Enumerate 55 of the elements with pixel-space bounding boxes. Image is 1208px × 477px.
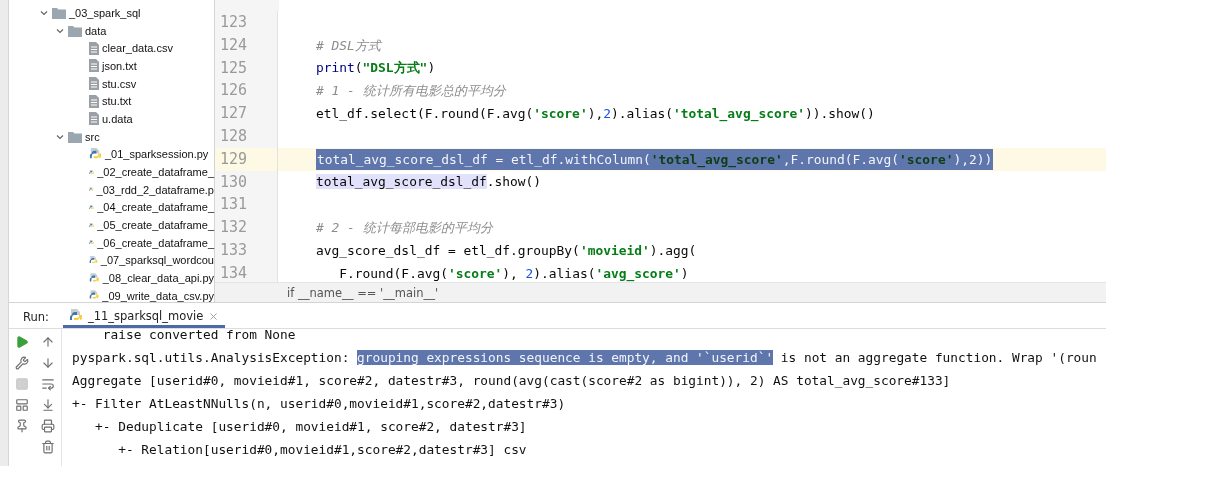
scroll-to-end-icon[interactable]: [41, 398, 55, 412]
wrench-icon[interactable]: [15, 356, 29, 370]
code-line: avg_score_dsl_df = etl_df.groupBy('movieid').agg(: [316, 241, 697, 260]
code-line: etl_df.select(F.round(F.avg('score'),2).alias('total_avg_score')).show(): [316, 105, 875, 124]
tree-item[interactable]: clear_data.csv: [102, 42, 173, 55]
tree-item[interactable]: _05_create_dataframe_: [97, 219, 214, 232]
console-line: +- Filter AtLeastNNulls(n, userid#0,movieid#1,score#2,datestr#3): [72, 394, 567, 413]
tree-item[interactable]: _01_sparksession.py: [105, 148, 209, 161]
folder-icon: [68, 24, 82, 37]
code-line: F.round(F.avg('score'), 2).alias('avg_score'): [338, 264, 689, 282]
breadcrumb[interactable]: if __name__ == '__main__': [287, 285, 439, 300]
code-line: # 1 - 统计所有电影总的平均分: [316, 82, 506, 101]
layout-icon[interactable]: [15, 398, 29, 412]
file-icon: [89, 59, 99, 73]
file-icon: [89, 77, 99, 91]
console-line: pyspark.sql.utils.AnalysisException: grouping expressions sequence is empty, and '`userid`' is not an aggregate function. Wrap '(roun: [72, 348, 1098, 367]
print-icon[interactable]: [41, 419, 55, 433]
pin-icon[interactable]: [15, 419, 29, 433]
file-icon: [89, 94, 99, 108]
close-icon[interactable]: [208, 310, 220, 322]
tree-item[interactable]: data: [85, 24, 107, 37]
tree-item[interactable]: stu.csv: [102, 77, 137, 90]
folder-icon: [68, 130, 82, 143]
code-line: # DSL方式: [316, 36, 381, 55]
tree-item[interactable]: src: [85, 130, 100, 143]
folder-icon: [52, 6, 66, 19]
python-file-icon: [89, 147, 102, 161]
code-line: # 2 - 统计每部电影的平均分: [316, 219, 493, 238]
tree-item[interactable]: _03_spark_sql: [69, 6, 141, 19]
tree-item[interactable]: _06_create_dataframe_: [97, 236, 214, 249]
trash-icon[interactable]: [41, 440, 55, 454]
tree-item[interactable]: _07_sparksql_wordcou: [100, 254, 214, 267]
file-icon: [89, 112, 99, 126]
tree-item[interactable]: u.data: [102, 112, 133, 125]
python-file-icon: [89, 271, 100, 285]
console-line: raise converted from None: [101, 329, 297, 344]
tree-item[interactable]: _09_write_data_csv.py: [102, 289, 214, 302]
console-line: +- Relation[userid#0,movieid#1,score#2,datestr#3] csv: [117, 440, 528, 459]
wrap-icon[interactable]: [41, 377, 55, 391]
play-icon[interactable]: [15, 335, 29, 349]
tree-item[interactable]: stu.txt: [102, 95, 132, 108]
tree-item[interactable]: _03_rdd_2_dataframe.p: [96, 183, 214, 196]
code-line: total_avg_score_dsl_df.show(): [316, 173, 542, 192]
console-line: Aggregate [userid#0, movieid#1, score#2, datestr#3, round(avg(cast(score#2 as bigint)), 2) AS total_avg_score#133]: [72, 371, 952, 390]
line-number: 129: [215, 147, 278, 171]
code-line: print("DSL方式"): [316, 59, 436, 78]
tree-item[interactable]: _04_create_dataframe_: [97, 201, 214, 214]
python-file-icon: [68, 309, 83, 323]
run-tab[interactable]: _11_sparksql_movie: [62, 307, 226, 328]
tree-item[interactable]: _02_create_dataframe_: [97, 166, 214, 179]
console-line: +- Deduplicate [userid#0, movieid#1, score#2, datestr#3]: [94, 417, 528, 436]
file-icon: [89, 41, 99, 55]
tree-item[interactable]: json.txt: [102, 59, 137, 72]
run-label: Run:: [23, 309, 49, 324]
tree-item[interactable]: _08_clear_data_api.py: [102, 272, 214, 285]
